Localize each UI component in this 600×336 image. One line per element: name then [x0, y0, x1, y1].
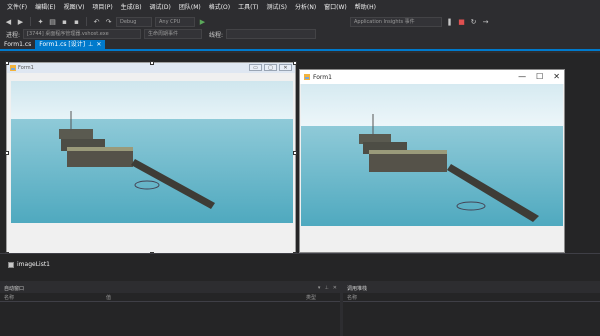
- column-header[interactable]: 值: [106, 294, 306, 301]
- pin-icon[interactable]: ⊥: [324, 284, 328, 293]
- open-icon[interactable]: ▤: [48, 17, 57, 26]
- imagelist-label: imageList1: [17, 261, 50, 268]
- menu-test[interactable]: 测试(S): [262, 0, 291, 15]
- design-form[interactable]: Form1 ▭ ▢ ✕: [5, 61, 297, 256]
- design-close-button: ✕: [279, 64, 292, 71]
- selection-handle[interactable]: [5, 61, 9, 65]
- design-minimize-button: ▭: [249, 64, 262, 71]
- form-icon: [304, 74, 310, 80]
- config-combo[interactable]: Debug: [116, 16, 152, 27]
- selection-handle[interactable]: [293, 61, 297, 65]
- document-tabs: Form1.cs Form1.cs [设计] ⊥ ✕: [0, 40, 600, 51]
- designer-surface: Form1 ▭ ▢ ✕ Form1 — ☐ ✕: [0, 53, 600, 256]
- lifecycle-combo[interactable]: 生命周期事件: [144, 29, 203, 39]
- close-icon[interactable]: ✕: [333, 284, 337, 293]
- menu-view[interactable]: 视图(V): [60, 0, 89, 15]
- call-stack-title: 调用堆栈: [347, 286, 368, 292]
- redo-icon[interactable]: ↷: [104, 17, 113, 26]
- pin-icon[interactable]: ⊥: [88, 40, 93, 49]
- call-stack-panel: 调用堆栈 名称: [343, 284, 600, 336]
- toolbar-separator: [30, 17, 31, 26]
- selection-handle[interactable]: [150, 61, 154, 65]
- selection-handle[interactable]: [5, 151, 9, 155]
- picture-box: [301, 84, 563, 226]
- maximize-button[interactable]: ☐: [536, 71, 543, 82]
- bottom-panels: 自动窗口 ▾ ⊥ ✕ 名称 值 类型 调用堆栈 名称: [0, 281, 600, 336]
- tab-label: Form1.cs [设计]: [39, 41, 86, 48]
- selection-handle[interactable]: [293, 151, 297, 155]
- menu-tools[interactable]: 工具(T): [234, 0, 262, 15]
- menu-analyze[interactable]: 分析(N): [291, 0, 320, 15]
- auto-window-columns: 名称 值 类型: [0, 293, 340, 302]
- column-header[interactable]: 类型: [306, 294, 340, 301]
- running-form-window[interactable]: Form1 — ☐ ✕: [299, 69, 565, 253]
- auto-window-panel: 自动窗口 ▾ ⊥ ✕ 名称 值 类型: [0, 284, 340, 336]
- toolbar: ◀ ▶ ✦ ▤ ▪ ▪ ↶ ↷ Debug Any CPU ▶ Applicat…: [0, 15, 600, 28]
- imagelist-icon: [8, 261, 14, 268]
- menu-bar: 文件(F) 编辑(E) 视图(V) 项目(P) 生成(B) 调试(D) 团队(M…: [0, 0, 600, 15]
- auto-window-title: 自动窗口: [4, 286, 25, 292]
- start-icon[interactable]: ▶: [198, 17, 207, 26]
- minimize-button[interactable]: —: [518, 71, 526, 82]
- menu-help[interactable]: 帮助(H): [351, 0, 380, 15]
- toolbar-separator: [86, 17, 87, 26]
- picture-box[interactable]: [11, 81, 293, 223]
- process-combo[interactable]: [3744] 桌面程序管理器.vshost.exe: [23, 29, 142, 39]
- column-header[interactable]: 名称: [343, 294, 357, 301]
- component-tray: imageList1: [0, 253, 600, 281]
- menu-project[interactable]: 项目(P): [88, 0, 116, 15]
- dropdown-icon[interactable]: ▾: [318, 284, 321, 293]
- app-insights-combo[interactable]: Application Insights 事件: [350, 16, 442, 27]
- tab-form1-code[interactable]: Form1.cs: [0, 40, 35, 49]
- menu-edit[interactable]: 编辑(E): [31, 0, 59, 15]
- process-bar: 进程: [3744] 桌面程序管理器.vshost.exe 生命周期事件 线程:: [0, 28, 600, 40]
- thread-combo[interactable]: [226, 29, 317, 39]
- auto-window-header: 自动窗口 ▾ ⊥ ✕: [0, 284, 340, 293]
- design-maximize-button: ▢: [264, 64, 277, 71]
- process-label: 进程:: [6, 31, 21, 39]
- back-icon[interactable]: ◀: [4, 17, 13, 26]
- menu-team[interactable]: 团队(M): [175, 0, 205, 15]
- menu-window[interactable]: 窗口(W): [320, 0, 351, 15]
- imagelist-component[interactable]: imageList1: [8, 261, 50, 268]
- save-all-icon[interactable]: ▪: [72, 17, 81, 26]
- tab-label: Form1.cs: [4, 41, 32, 48]
- forward-icon[interactable]: ▶: [16, 17, 25, 26]
- menu-file[interactable]: 文件(F): [3, 0, 31, 15]
- platform-combo[interactable]: Any CPU: [155, 16, 195, 27]
- restart-icon[interactable]: ↻: [469, 17, 478, 26]
- pier-image: [11, 81, 293, 223]
- menu-build[interactable]: 生成(B): [117, 0, 146, 15]
- close-icon[interactable]: ✕: [96, 40, 101, 49]
- form-icon: [10, 65, 16, 71]
- stop-icon[interactable]: ■: [457, 17, 466, 26]
- pier-image: [301, 84, 563, 226]
- thread-label: 线程:: [209, 31, 224, 39]
- menu-debug[interactable]: 调试(D): [146, 0, 175, 15]
- tab-form1-design[interactable]: Form1.cs [设计] ⊥ ✕: [35, 40, 106, 49]
- design-form-title: Form1: [18, 65, 34, 71]
- new-project-icon[interactable]: ✦: [36, 17, 45, 26]
- pause-icon[interactable]: ❚: [445, 17, 454, 26]
- step-icon[interactable]: →: [481, 17, 490, 26]
- menu-format[interactable]: 格式(O): [205, 0, 234, 15]
- running-form-titlebar[interactable]: Form1 — ☐ ✕: [300, 70, 564, 84]
- column-header[interactable]: 名称: [0, 294, 106, 301]
- undo-icon[interactable]: ↶: [92, 17, 101, 26]
- call-stack-columns: 名称: [343, 293, 600, 302]
- close-button[interactable]: ✕: [553, 71, 560, 82]
- save-icon[interactable]: ▪: [60, 17, 69, 26]
- call-stack-header: 调用堆栈: [343, 284, 600, 293]
- running-form-title: Form1: [313, 73, 332, 81]
